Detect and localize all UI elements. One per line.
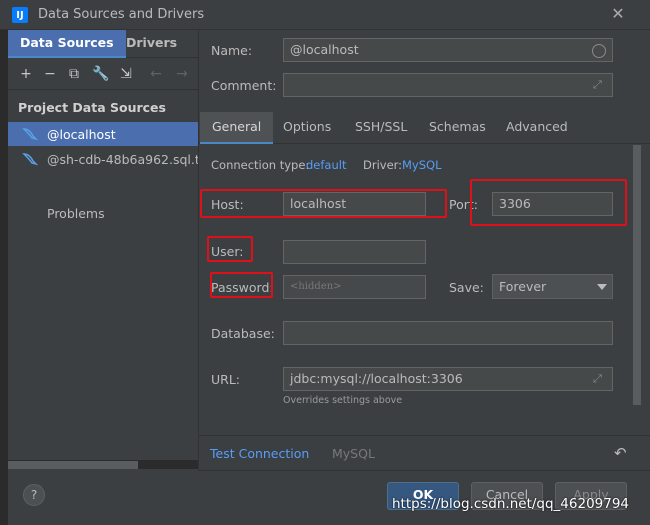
name-label: Name: (211, 43, 253, 58)
intellij-app-icon: IJ (12, 7, 28, 23)
tab-schemas[interactable]: Schemas (417, 112, 498, 144)
url-input[interactable]: jdbc:mysql://localhost:3306 (283, 367, 613, 391)
mysql-dolphin-icon (22, 128, 38, 141)
tab-data-sources[interactable]: Data Sources (8, 30, 126, 58)
user-input[interactable] (283, 240, 426, 264)
remove-icon[interactable]: − (42, 66, 58, 82)
url-label: URL: (211, 372, 241, 387)
tree-item-label: @localhost (47, 127, 116, 142)
expand-icon[interactable]: ⤢ (593, 78, 602, 92)
back-arrow-icon[interactable]: ← (148, 66, 164, 82)
test-connection-link[interactable]: Test Connection (210, 446, 309, 461)
data-source-tree (8, 91, 198, 460)
annotation-box-host (200, 189, 447, 218)
comment-input[interactable] (283, 73, 613, 97)
expand-icon[interactable]: ⤢ (593, 372, 602, 386)
comment-label: Comment: (211, 78, 277, 93)
tab-advanced[interactable]: Advanced (494, 112, 580, 144)
wrench-icon[interactable]: 🔧 (92, 66, 109, 82)
add-icon[interactable]: + (18, 66, 34, 82)
watermark: https://blog.csdn.net/qq_46209794 (392, 496, 630, 512)
connection-type-link[interactable]: default (306, 158, 346, 172)
database-input[interactable] (283, 321, 613, 345)
import-icon[interactable]: ⇲ (118, 66, 134, 82)
driver-link[interactable]: MySQL (402, 158, 442, 172)
problems-item[interactable]: Problems (47, 206, 105, 221)
tree-header: Project Data Sources (18, 100, 166, 115)
annotation-box-password (210, 272, 273, 298)
help-button[interactable]: ? (23, 484, 45, 506)
tab-ssh-ssl[interactable]: SSH/SSL (343, 112, 419, 144)
tree-item-sh-cdb[interactable]: @sh-cdb-48b6a962.sql.ter (47, 152, 198, 167)
url-hint: Overrides settings above (283, 395, 403, 406)
revert-icon[interactable]: ↶ (614, 444, 627, 462)
color-circle-icon[interactable] (592, 44, 606, 58)
save-select[interactable]: Forever (492, 274, 613, 299)
password-input[interactable]: <hidden> (283, 275, 426, 299)
left-tabs: Data Sources Drivers (8, 30, 198, 58)
driver-label: Driver: (363, 158, 403, 172)
duplicate-icon[interactable]: ⧉ (66, 66, 82, 82)
connection-type-label: Connection type: (211, 158, 310, 172)
test-driver-label: MySQL (332, 446, 375, 461)
name-input[interactable]: @localhost (283, 38, 613, 62)
left-horizontal-scrollbar[interactable] (8, 461, 138, 469)
annotation-box-port (470, 179, 627, 226)
close-icon[interactable]: ✕ (608, 4, 628, 24)
database-label: Database: (211, 326, 275, 341)
forward-arrow-icon[interactable]: → (174, 66, 190, 82)
left-toolbar: + − ⧉ 🔧 ⇲ ← → (8, 58, 198, 90)
tab-general[interactable]: General (200, 112, 274, 144)
background-window-strip (0, 30, 8, 525)
chevron-down-icon (597, 284, 607, 290)
tab-options[interactable]: Options (271, 112, 343, 144)
mysql-dolphin-icon (22, 153, 38, 166)
window-title: Data Sources and Drivers (38, 7, 205, 22)
annotation-box-user (207, 236, 253, 262)
save-label: Save: (449, 280, 484, 295)
vertical-scrollbar[interactable] (633, 145, 641, 405)
tab-drivers[interactable]: Drivers (114, 30, 189, 58)
